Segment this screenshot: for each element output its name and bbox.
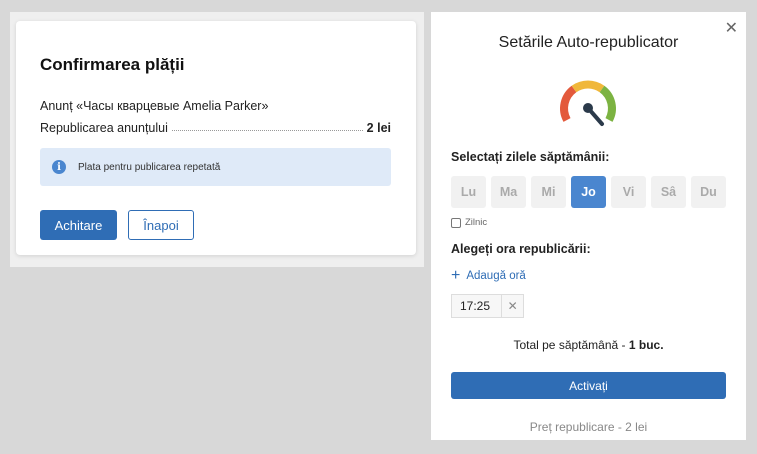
weekly-total: Total pe săptămână - 1 buc. (431, 338, 746, 352)
payment-title: Confirmarea plății (40, 55, 185, 74)
info-box: i Plata pentru publicarea repetată (40, 148, 391, 186)
plus-icon: + (451, 267, 461, 284)
activate-button[interactable]: Activați (451, 372, 726, 399)
daily-label: Zilnic (465, 217, 488, 228)
add-time-label: Adaugă oră (466, 270, 526, 282)
back-button[interactable]: Înapoi (128, 210, 194, 240)
service-row: Republicarea anunțului 2 lei (40, 119, 391, 135)
republish-price: Preț republicare - 2 lei (529, 420, 648, 434)
days-label: Selectați zilele săptămânii: (451, 150, 610, 164)
day-sun[interactable]: Du (691, 176, 726, 208)
day-tue[interactable]: Ma (491, 176, 526, 208)
autorepublish-dialog: ✕ Setările Auto-republicator Selectați z… (431, 12, 746, 440)
day-fri[interactable]: Vi (611, 176, 646, 208)
total-value: 1 buc. (628, 338, 664, 352)
payment-backdrop: Confirmarea plății Anunț «Часы кварцевые… (10, 12, 424, 267)
info-text: Plata pentru publicarea repetată (78, 161, 221, 173)
payment-dialog: Confirmarea plății Anunț «Часы кварцевые… (16, 21, 416, 255)
info-icon: i (52, 160, 66, 174)
add-time-button[interactable]: + Adaugă oră (451, 268, 526, 284)
daily-option[interactable]: Zilnic (451, 217, 487, 228)
day-wed[interactable]: Mi (531, 176, 566, 208)
weekday-selector: Lu Ma Mi Jo Vi Sâ Du (451, 176, 726, 208)
time-chip: 17:25 ✕ (451, 294, 524, 318)
dotted-leader (171, 130, 363, 131)
time-value: 17:25 (460, 299, 491, 313)
speedometer-icon (560, 80, 616, 126)
ad-line: Anunț «Часы кварцевые Amelia Parker» (40, 99, 269, 113)
pay-button[interactable]: Achitare (40, 210, 117, 240)
day-mon[interactable]: Lu (451, 176, 486, 208)
time-label: Alegeți ora republicării: (451, 242, 591, 256)
daily-checkbox[interactable] (451, 217, 461, 228)
service-label: Republicarea anunțului (40, 121, 168, 135)
autorepublish-title: Setările Auto-republicator (498, 34, 679, 51)
remove-time-icon[interactable]: ✕ (501, 295, 523, 317)
day-thu[interactable]: Jo (571, 176, 606, 208)
day-sat[interactable]: Sâ (651, 176, 686, 208)
service-price: 2 lei (366, 121, 391, 135)
total-prefix: Total pe săptămână - (513, 338, 629, 352)
